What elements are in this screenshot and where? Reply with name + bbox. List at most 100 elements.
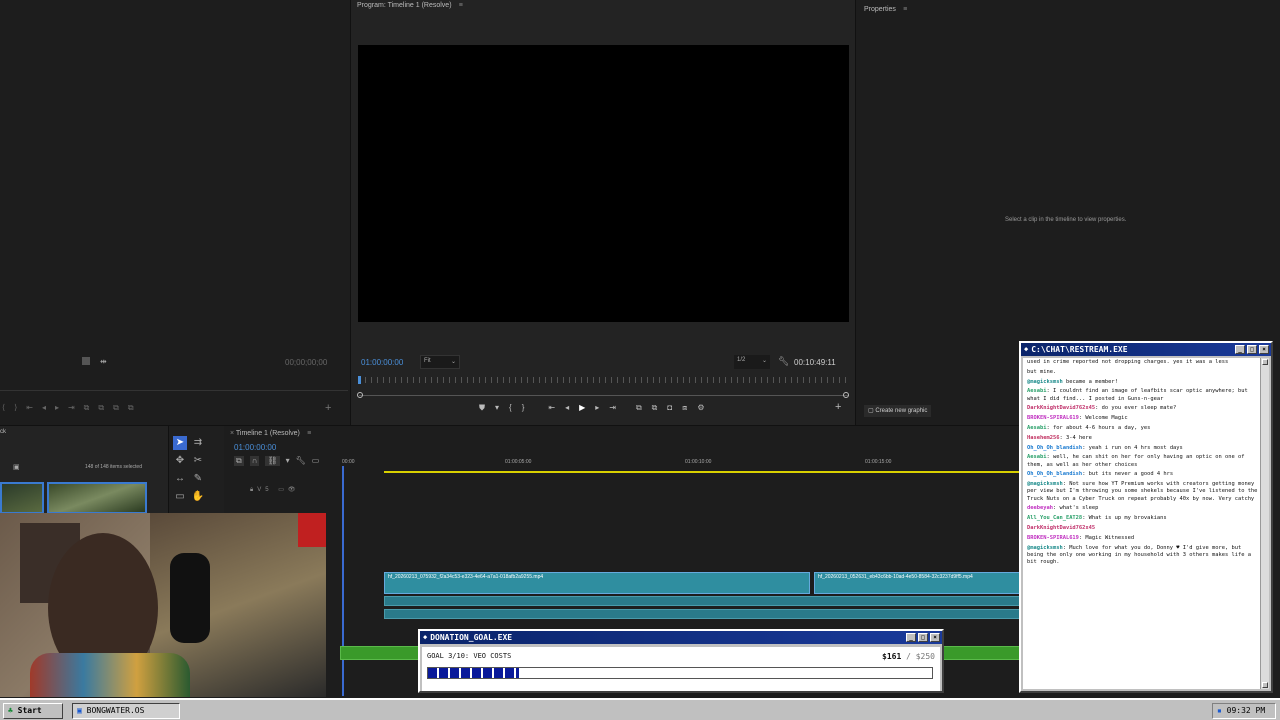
bin-icon[interactable]: ▣ [13,463,20,471]
program-time-ruler[interactable] [359,377,849,383]
track-select-icon[interactable]: ⇉ [191,436,205,450]
snap-icon[interactable]: ∩ [249,456,260,466]
chat-username[interactable]: BROKEN-SPIRAL619 [1027,535,1079,541]
chat-username[interactable]: All_You_Can_EAT28 [1027,515,1082,521]
play-icon[interactable]: ▶ [579,403,585,413]
hand-icon[interactable]: ✋ [191,490,205,504]
scrub-in-handle[interactable] [357,392,363,398]
chat-username[interactable]: DarkKnightDavid762x45 [1027,525,1095,531]
chat-username[interactable]: DarkKnightDavid762x45 [1027,405,1095,411]
program-monitor-panel: Program: Timeline 1 (Resolve) ≡ 01:00:00… [350,0,856,425]
panel-menu-icon[interactable]: ≡ [903,6,907,13]
source-transport-controls[interactable]: ⟨⟩⇤◂▸⇥⧉⧉⧉⧉ [2,403,143,413]
clock[interactable]: ▪ 09:32 PM [1212,703,1276,719]
razor-icon[interactable]: ✂ [191,454,205,468]
chat-username[interactable]: Aesabi [1027,454,1046,460]
video-clip-1[interactable]: hf_20260213_075932_f2a34c53-e323-4e64-a7… [384,572,810,594]
chat-message-list[interactable]: used in crime reported not dropping char… [1023,358,1263,689]
chat-username[interactable]: Aesabi [1027,425,1046,431]
chat-username[interactable]: @magicksmsh [1027,379,1063,385]
go-to-out-icon[interactable]: ⇥ [609,403,616,413]
wrench-icon[interactable]: 🔧︎ [296,456,306,466]
pen-icon[interactable]: ✎ [191,472,205,486]
mark-in-icon[interactable]: { [509,403,512,413]
chat-username[interactable]: Oh_Oh_Oh_blandish [1027,445,1082,451]
taskbar-app-button[interactable]: ▣ BONGWATER.OS [72,703,180,719]
chat-username[interactable]: Hasehem256 [1027,435,1059,441]
chat-username[interactable]: @magicksmsh [1027,481,1063,487]
chat-title-bar[interactable]: ◆ C:\CHAT\RESTREAM.EXE _ □ × [1021,343,1271,356]
settings-icon[interactable]: ⚙ [697,403,704,413]
wrench-icon[interactable]: 🔧︎ [778,356,789,367]
timeline-timecode[interactable]: 01:00:00:00 [234,443,276,452]
properties-title[interactable]: Properties [864,6,896,13]
program-scrub-bar[interactable] [359,395,849,396]
work-area-bar[interactable] [384,471,1024,473]
linked-icon[interactable]: ⛓ [265,456,280,466]
scroll-up-icon[interactable] [1262,359,1268,365]
chat-username[interactable]: Aesabi [1027,388,1046,394]
marker-icon[interactable]: ⛊ [479,403,485,413]
maximize-icon[interactable]: □ [1247,345,1257,354]
minimize-icon[interactable]: _ [1235,345,1245,354]
donation-title-bar[interactable]: ◆ DONATION_GOAL.EXE _ □ × [420,631,942,644]
marker-icon[interactable]: ▾ [286,456,290,466]
transport-icon[interactable]: ⇹ [100,357,107,366]
start-button[interactable]: ♣ Start [3,703,63,719]
ripple-edit-icon[interactable]: ✥ [173,454,187,468]
panel-menu-icon[interactable]: ≡ [459,2,463,9]
maximize-icon[interactable]: □ [918,633,928,642]
playhead[interactable] [342,466,344,696]
fit-dropdown-label: Fit [424,358,431,364]
rectangle-icon[interactable]: ▭ [173,490,187,504]
mark-out-icon[interactable]: } [522,403,525,413]
clip-thumbnail[interactable] [47,482,147,514]
selection-tool-icon[interactable]: ➤ [173,436,187,450]
timeline-title[interactable]: Timeline 1 (Resolve) [236,430,300,437]
clip-thumbnail[interactable] [0,482,44,514]
comparison-icon[interactable]: ⧈ [682,403,687,413]
source-add-icon[interactable]: + [325,402,331,414]
step-forward-icon[interactable]: ▸ [595,403,599,413]
ruler-label: 00:00 [342,459,355,465]
chat-message: used in crime reported not dropping char… [1027,359,1259,366]
export-frame-icon[interactable]: ◘ [667,403,672,413]
chat-username[interactable]: @magicksmsh [1027,545,1063,551]
captions-icon[interactable]: ▭ [312,456,320,466]
playhead-marker[interactable] [358,376,361,384]
program-timecode[interactable]: 01:00:00:00 [361,358,403,367]
panel-menu-icon[interactable]: ≡ [307,430,311,437]
program-panel-title[interactable]: Program: Timeline 1 (Resolve) [357,2,452,9]
fit-dropdown[interactable]: Fit ⌄ [420,355,460,369]
program-add-icon[interactable]: + [835,401,841,413]
add-marker-icon[interactable]: ▾ [495,403,499,413]
go-to-in-icon[interactable]: ⇤ [548,403,555,413]
resolution-dropdown[interactable]: 1/2 ⌄ [734,355,770,369]
chat-username[interactable]: deebeyah [1027,505,1053,511]
chat-text: used in crime reported not dropping char… [1027,359,1229,365]
chat-scrollbar[interactable] [1260,358,1269,689]
timeline-ruler[interactable]: 00:00 01:00:05:00 01:00:10:00 01:00:15:0… [340,459,1026,467]
create-graphic-button[interactable]: ▢ Create new graphic [864,405,932,417]
lift-icon[interactable]: ⧉ [636,403,642,413]
slip-icon[interactable]: ↔ [173,472,187,486]
video-clip-2[interactable]: hf_20260213_052631_eb43c6bb-10ad-4e50-85… [814,572,1024,594]
extract-icon[interactable]: ⧉ [652,403,658,413]
chat-message: DarkKnightDavid762x45 [1027,525,1259,532]
audio-clip[interactable] [384,596,1024,606]
chat-message: Aesabi: for about 4-6 hours a day, yes [1027,425,1259,432]
scroll-down-icon[interactable] [1262,682,1268,688]
nest-icon[interactable]: ⧉ [234,456,244,466]
track-header-v5[interactable]: 🔒︎V5 ▭👁︎ [250,486,299,494]
chat-username[interactable]: BROKEN-SPIRAL619 [1027,415,1079,421]
close-icon[interactable]: × [930,633,940,642]
scrub-out-handle[interactable] [843,392,849,398]
marker-icon[interactable] [82,357,90,365]
audio-clip[interactable] [384,609,1024,619]
step-back-icon[interactable]: ◂ [565,403,569,413]
chat-username[interactable]: Oh_Oh_Oh_blandish [1027,471,1082,477]
close-icon[interactable]: × [1259,345,1269,354]
program-video-frame [358,45,849,322]
minimize-icon[interactable]: _ [906,633,916,642]
start-label: Start [17,706,42,715]
